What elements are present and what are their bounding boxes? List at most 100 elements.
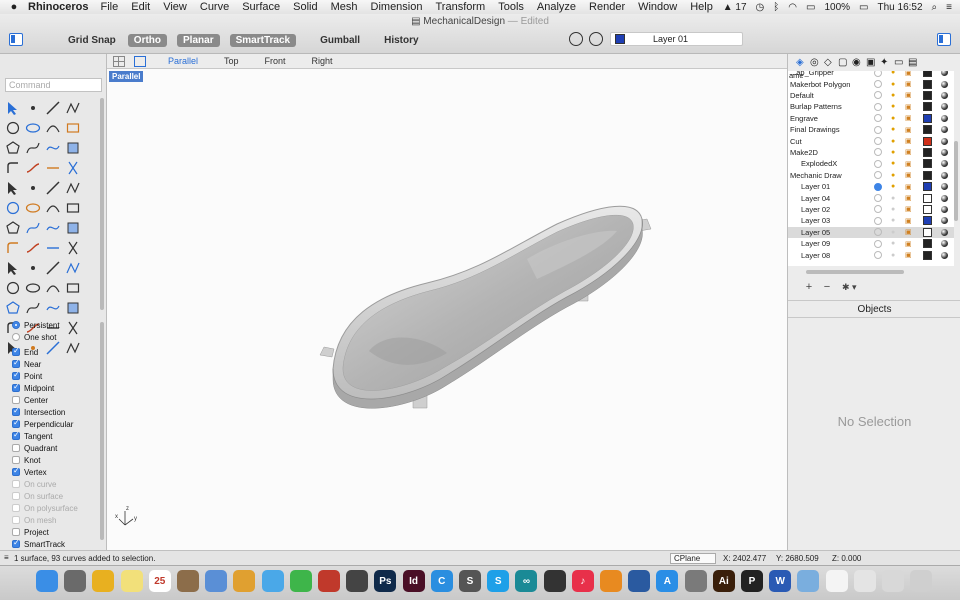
- checkbox-icon[interactable]: [12, 370, 20, 380]
- osnap-center[interactable]: Center: [12, 394, 102, 406]
- apple-menu-icon[interactable]: ●: [0, 1, 28, 13]
- current-layer-radio-icon[interactable]: [874, 159, 882, 168]
- move-tool-icon[interactable]: [3, 258, 23, 278]
- transform-tool-icon[interactable]: [3, 298, 23, 318]
- ellipse-tool-icon[interactable]: [23, 118, 43, 138]
- lock-icon[interactable]: ▣: [905, 103, 912, 111]
- layer-color-swatch[interactable]: [923, 227, 932, 237]
- sweep-tool-icon[interactable]: [43, 218, 63, 238]
- dimension-tool-icon[interactable]: [63, 298, 83, 318]
- checkbox-icon[interactable]: [12, 444, 20, 452]
- circle-tool-icon[interactable]: [3, 118, 23, 138]
- layer-name-header[interactable]: ame: [789, 71, 804, 80]
- camera-tab-icon[interactable]: ▣: [866, 57, 876, 68]
- lightbulb-icon[interactable]: ●: [891, 229, 895, 236]
- lightbulb-icon[interactable]: ●: [891, 195, 895, 202]
- lightbulb-icon[interactable]: ●: [891, 126, 895, 133]
- patch-tool-icon[interactable]: [23, 238, 43, 258]
- menu-solid[interactable]: Solid: [293, 1, 317, 13]
- lock-icon[interactable]: ▣: [905, 228, 912, 236]
- menu-window[interactable]: Window: [638, 1, 677, 13]
- menu-render[interactable]: Render: [589, 1, 625, 13]
- line-tool-icon[interactable]: [43, 98, 63, 118]
- layer-color-swatch[interactable]: [923, 250, 932, 260]
- lightbulb-icon[interactable]: ●: [891, 240, 895, 247]
- menu-transform[interactable]: Transform: [435, 1, 485, 13]
- osnap-on-curve[interactable]: On curve: [12, 478, 102, 490]
- monitor-tab-icon[interactable]: ▭: [894, 57, 904, 68]
- layer-color-swatch[interactable]: [923, 147, 932, 157]
- add-layer-button[interactable]: +: [802, 282, 816, 294]
- layer-color-swatch[interactable]: [923, 239, 932, 249]
- blend-tool-icon[interactable]: [23, 158, 43, 178]
- battery-status[interactable]: 100%: [824, 2, 850, 13]
- current-layer-radio-icon[interactable]: [874, 194, 882, 203]
- box-tool-icon[interactable]: [3, 198, 23, 218]
- current-layer-radio-icon[interactable]: [874, 71, 882, 77]
- layer-color-swatch[interactable]: [923, 170, 932, 180]
- finder-window-dock-icon[interactable]: [882, 570, 904, 592]
- grid-snap-button[interactable]: Grid Snap: [66, 34, 118, 47]
- material-sphere-icon[interactable]: [941, 205, 948, 213]
- osnap-on-mesh[interactable]: On mesh: [12, 514, 102, 526]
- current-layer-radio-icon[interactable]: [874, 125, 882, 134]
- checkbox-icon[interactable]: [12, 456, 20, 464]
- current-layer-radio-icon[interactable]: [874, 228, 882, 237]
- copy-tool-icon[interactable]: [23, 258, 43, 278]
- properties-tab-icon[interactable]: ▢: [838, 57, 848, 68]
- material-sphere-icon[interactable]: [941, 137, 948, 145]
- project-tool-icon[interactable]: [23, 298, 43, 318]
- lightbulb-icon[interactable]: ●: [891, 115, 895, 122]
- osnap-on-surface[interactable]: On surface: [12, 490, 102, 502]
- smarttrack-button[interactable]: SmartTrack: [229, 34, 297, 47]
- command-input[interactable]: Command: [5, 78, 102, 92]
- checkbox-icon[interactable]: [12, 492, 20, 500]
- cplane-select[interactable]: CPlane: [670, 553, 716, 564]
- osnap-mode-persistent[interactable]: Persistent: [12, 319, 102, 331]
- current-layer-radio-icon[interactable]: [874, 91, 882, 100]
- lock-icon[interactable]: ▣: [905, 148, 912, 156]
- checkbox-icon[interactable]: [12, 504, 20, 512]
- osnap-midpoint[interactable]: Midpoint: [12, 382, 102, 394]
- lock-icon[interactable]: ▣: [905, 114, 912, 122]
- viewport-label[interactable]: Parallel: [109, 71, 144, 82]
- tool-palette-scrollbar[interactable]: [100, 98, 104, 310]
- material-sphere-icon[interactable]: [941, 126, 948, 134]
- material-sphere-icon[interactable]: [941, 171, 948, 179]
- network-tool-icon[interactable]: [3, 238, 23, 258]
- spotlight-icon[interactable]: ⌕: [932, 2, 938, 13]
- lightbulb-icon[interactable]: ●: [891, 183, 895, 190]
- adobe-notifications[interactable]: ▲ 17: [723, 2, 747, 13]
- material-sphere-icon[interactable]: [941, 228, 948, 236]
- layer-color-swatch[interactable]: [923, 113, 932, 123]
- osnap-target-icon[interactable]: [589, 32, 603, 46]
- current-layer-radio-icon[interactable]: [874, 80, 882, 89]
- materials-tab-icon[interactable]: ◇: [824, 57, 834, 68]
- loft-tool-icon[interactable]: [23, 218, 43, 238]
- material-sphere-icon[interactable]: [941, 240, 948, 248]
- layer-row[interactable]: Make2D ● ▣: [788, 147, 954, 158]
- rectangle-tool-icon[interactable]: [63, 118, 83, 138]
- notification-center-icon[interactable]: ≡: [946, 2, 952, 13]
- material-sphere-icon[interactable]: [941, 80, 948, 88]
- layer-row[interactable]: Layer 08 ● ▣: [788, 249, 954, 260]
- planar-button[interactable]: Planar: [177, 34, 220, 47]
- menu-curve[interactable]: Curve: [200, 1, 229, 13]
- material-sphere-icon[interactable]: [941, 251, 948, 259]
- lock-icon[interactable]: ▣: [905, 251, 912, 259]
- app-menu[interactable]: Rhinoceros: [28, 1, 89, 13]
- freeform-tool-icon[interactable]: [63, 138, 83, 158]
- right-sidebar-toggle-icon[interactable]: [937, 33, 951, 46]
- layer-row[interactable]: Final Drawings ● ▣: [788, 124, 954, 135]
- curve-tool-icon[interactable]: [23, 138, 43, 158]
- osnap-mode-one-shot[interactable]: One shot: [12, 331, 102, 343]
- current-layer-select[interactable]: Layer 01: [610, 32, 743, 46]
- status-menu-icon[interactable]: ≡: [4, 553, 9, 562]
- layer-row[interactable]: Engrave ● ▣: [788, 113, 954, 124]
- rotate-tool-icon[interactable]: [43, 258, 63, 278]
- layer-row[interactable]: Makerbot Polygon ● ▣: [788, 78, 954, 89]
- single-view-icon[interactable]: [134, 55, 146, 67]
- lock-icon[interactable]: ▣: [905, 160, 912, 168]
- layer-row[interactable]: Layer 01 ● ▣: [788, 181, 954, 192]
- plane-tool-icon[interactable]: [43, 238, 63, 258]
